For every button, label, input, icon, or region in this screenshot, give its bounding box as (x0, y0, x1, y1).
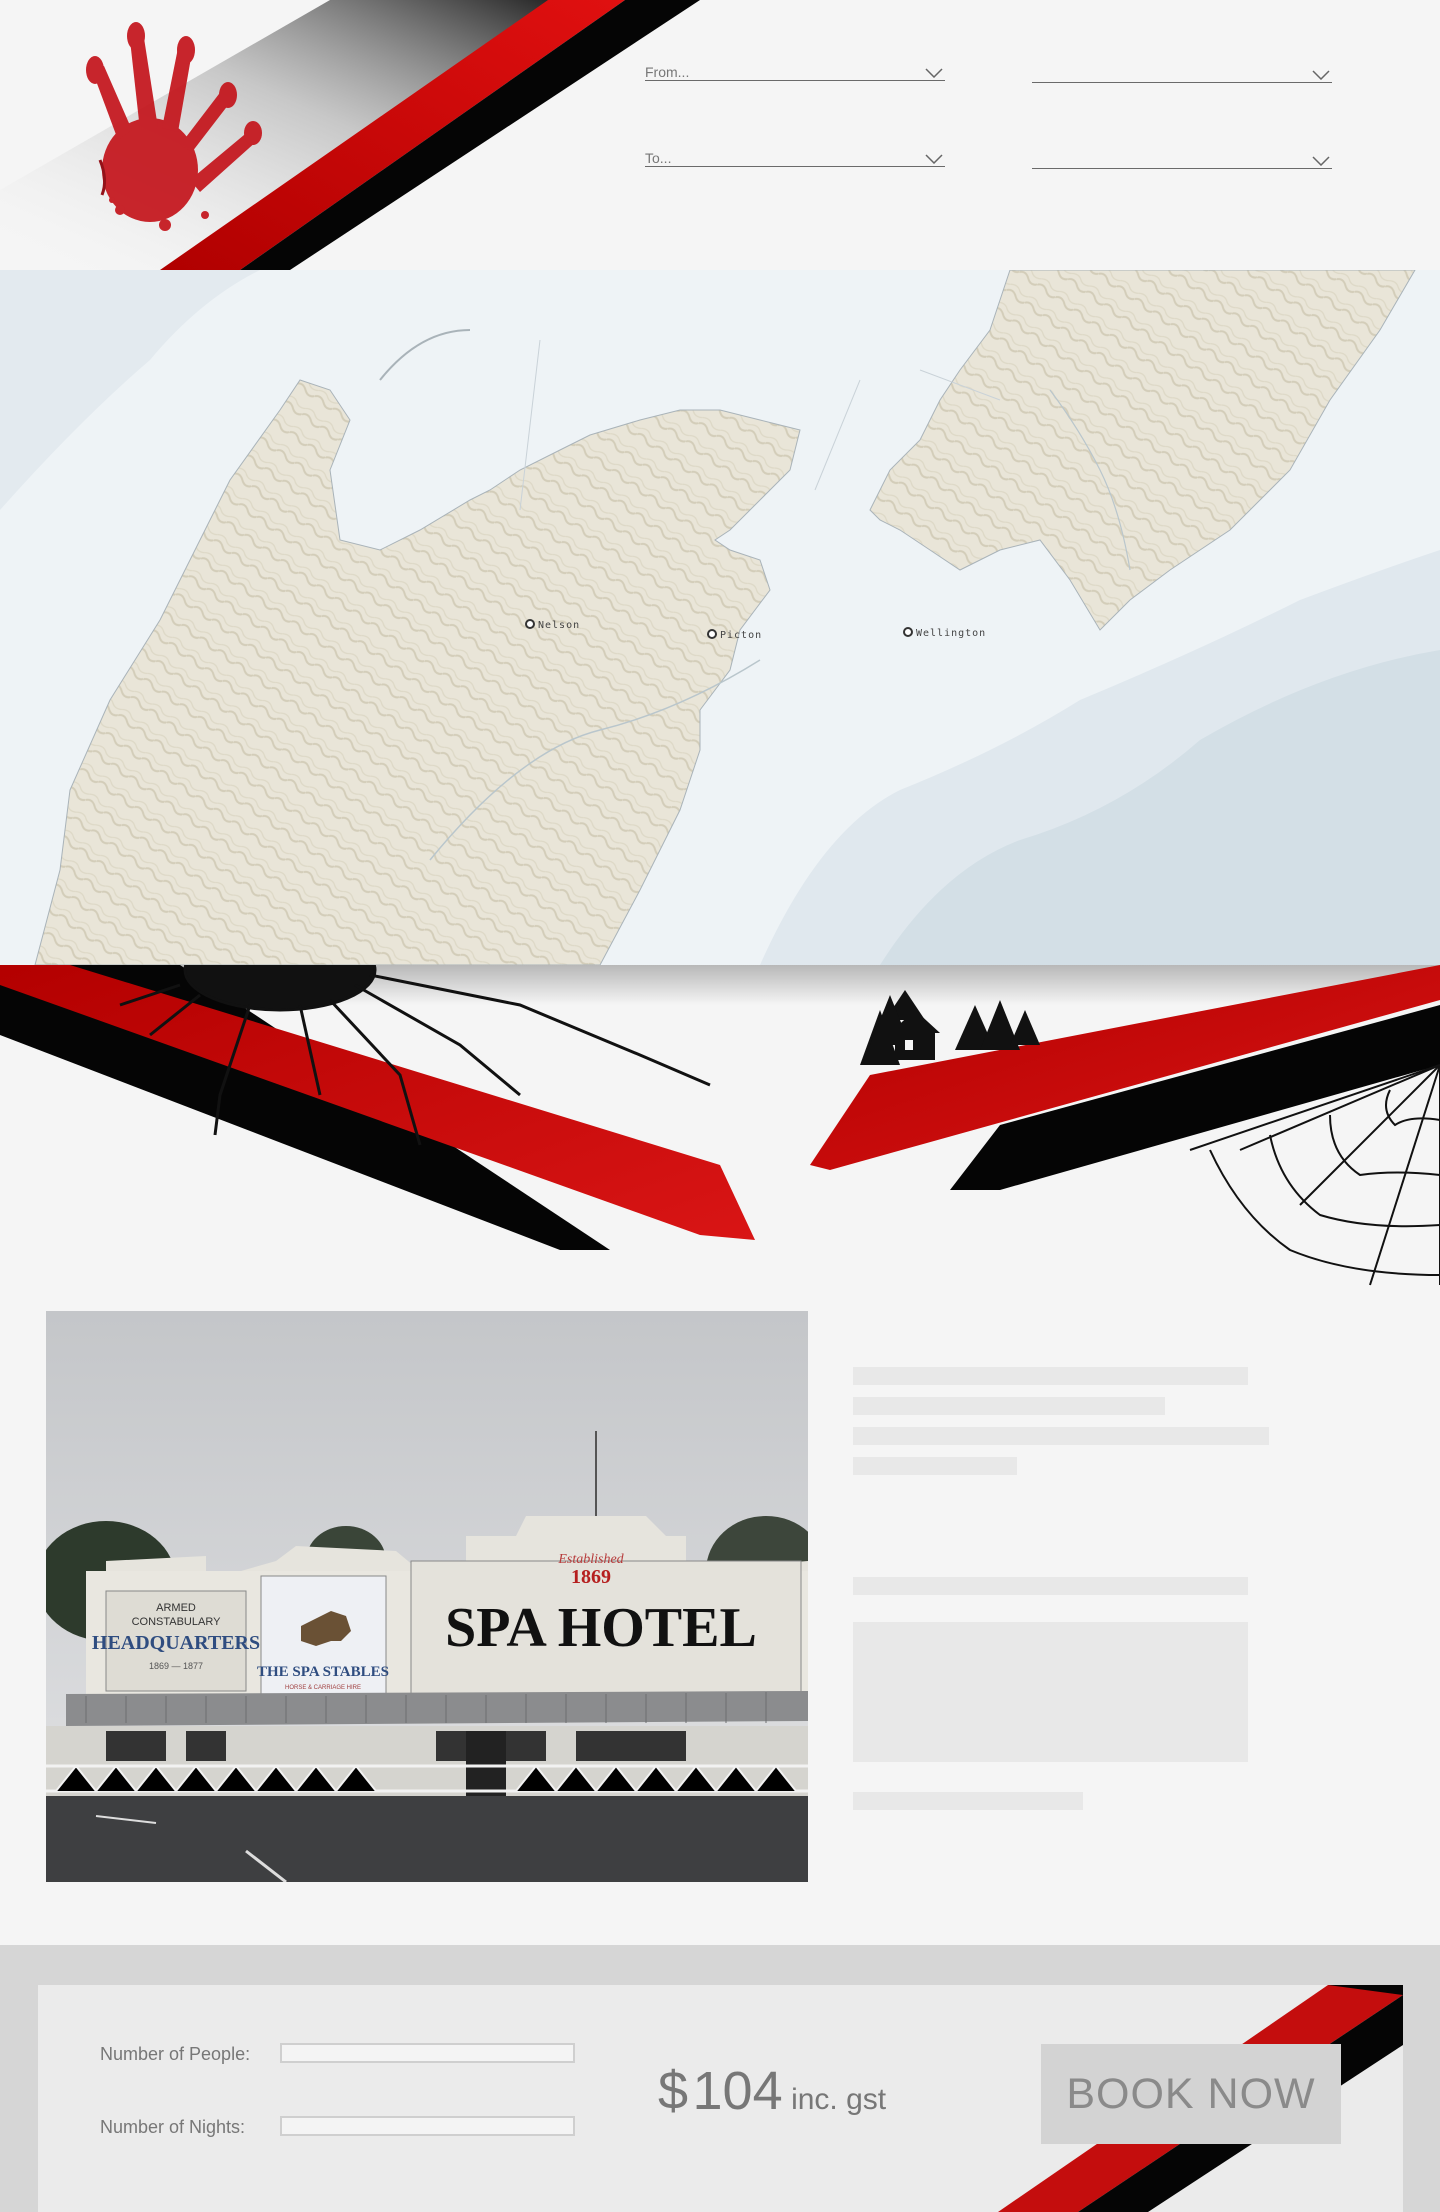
wellington-marker[interactable] (903, 627, 913, 637)
heading-placeholder (853, 1577, 1248, 1595)
map-terrain (0, 270, 1440, 965)
hotel-sign: SPA HOTEL (445, 1597, 757, 1659)
booking-panel: Number of People: Number of Nights: $ 10… (38, 1985, 1403, 2212)
middle-sign-sub: HORSE & CARRIAGE HIRE (285, 1685, 361, 1691)
currency-symbol: $ (658, 2061, 689, 2121)
from-label: From... (645, 64, 690, 80)
price-amount: 104 (692, 2061, 783, 2121)
price-suffix: inc. gst (791, 2083, 887, 2116)
people-label: Number of People: (100, 2044, 251, 2064)
people-input[interactable] (280, 2043, 575, 2063)
nelson-label: Nelson (538, 620, 581, 631)
spa-hotel-image: ARMED CONSTABULARY HEADQUARTERS 1869 — 1… (46, 1311, 808, 1882)
route-map[interactable]: Nelson Picton Wellington (0, 270, 1440, 965)
chevron-down-icon (1312, 156, 1330, 166)
pine-trees-icon (955, 1000, 1040, 1050)
to-label: To... (645, 150, 672, 166)
from-secondary-dropdown[interactable] (1032, 52, 1332, 83)
title-placeholder (853, 1367, 1248, 1385)
chevron-down-icon (925, 154, 943, 164)
halloween-divider (0, 965, 1440, 1286)
price-display: $ 104 inc. gst (658, 2060, 886, 2122)
picton-label: Picton (720, 630, 763, 641)
chevron-down-icon (925, 68, 943, 78)
wellington-label: Wellington (916, 628, 987, 639)
left-sign-line2: CONSTABULARY (132, 1616, 222, 1628)
picton-marker[interactable] (707, 629, 717, 639)
nights-input[interactable] (280, 2116, 575, 2136)
to-dropdown[interactable]: To... (645, 136, 945, 167)
left-sign-years: 1869 — 1877 (149, 1661, 203, 1671)
header-decor (0, 0, 700, 270)
established-text: Established (557, 1552, 624, 1567)
text-placeholder (853, 1457, 1017, 1475)
chevron-down-icon (1312, 70, 1330, 80)
left-sign-line1: ARMED (156, 1602, 196, 1614)
year-text: 1869 (571, 1566, 611, 1588)
subtitle-placeholder (853, 1397, 1165, 1415)
footnote-placeholder (853, 1792, 1083, 1810)
middle-sign: THE SPA STABLES (257, 1664, 389, 1680)
hotel-photo: ARMED CONSTABULARY HEADQUARTERS 1869 — 1… (46, 1311, 808, 1882)
nelson-marker[interactable] (525, 619, 535, 629)
from-dropdown[interactable]: From... (645, 50, 945, 81)
header: From... To... (0, 0, 1440, 270)
text-placeholder (853, 1427, 1269, 1445)
left-sign-line3: HEADQUARTERS (92, 1632, 260, 1654)
description-placeholder (853, 1622, 1248, 1762)
nights-label: Number of Nights: (100, 2117, 246, 2137)
book-now-button[interactable]: BOOK NOW (1041, 2044, 1341, 2144)
to-secondary-dropdown[interactable] (1032, 138, 1332, 169)
